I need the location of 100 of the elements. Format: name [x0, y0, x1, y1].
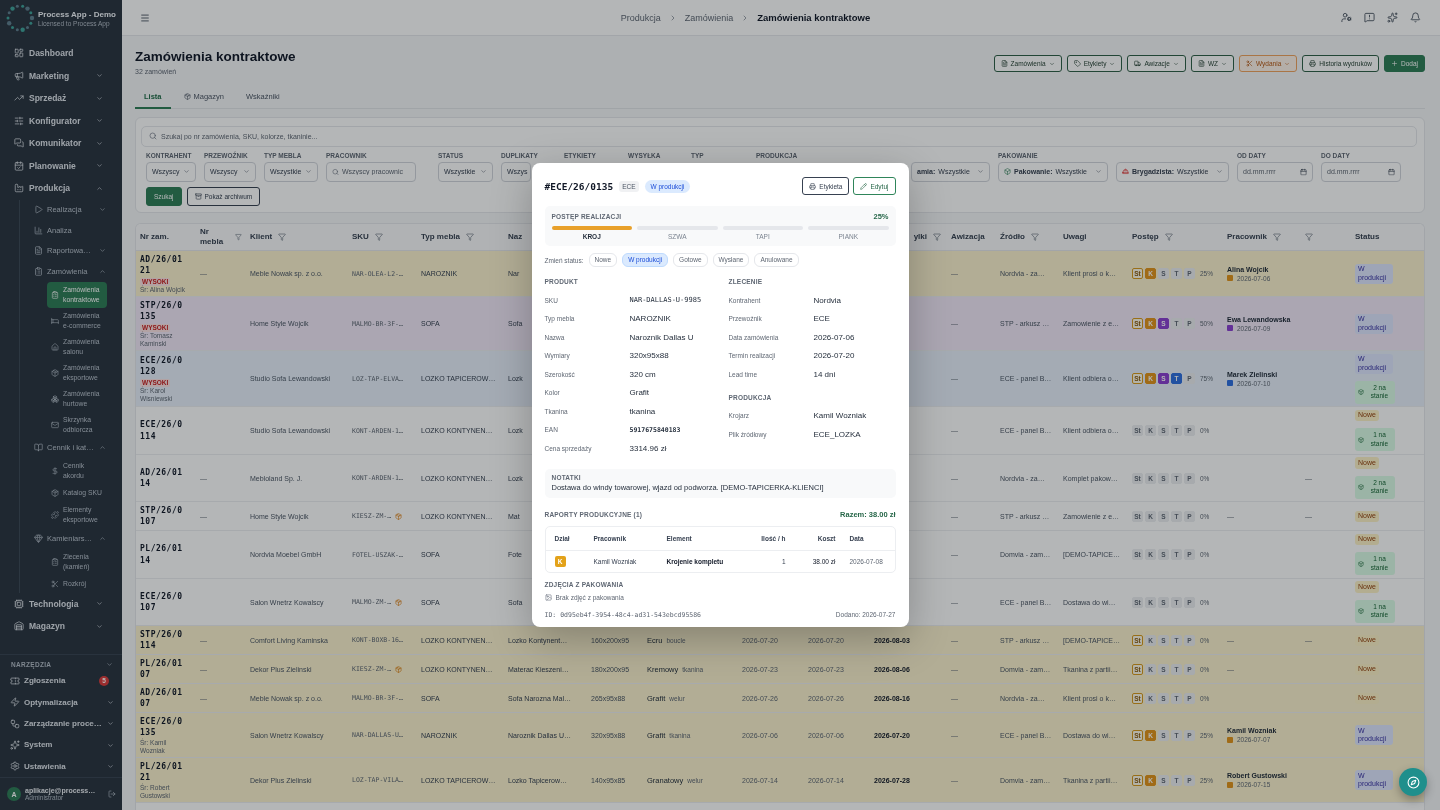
nav-item[interactable]: Komunikator	[0, 132, 107, 155]
order-number[interactable]: ECE/26/0114	[140, 419, 184, 443]
settings-icon	[10, 761, 20, 772]
column-header[interactable]: Naz	[508, 231, 523, 243]
document-icon	[1197, 60, 1205, 67]
column-header[interactable]: Uwagi	[1063, 231, 1087, 243]
column-header[interactable]: Źródło	[1000, 231, 1025, 243]
book-icon	[34, 443, 43, 453]
message-alert-icon[interactable]	[1364, 12, 1375, 23]
box-icon	[1358, 560, 1364, 567]
dollar-icon	[51, 467, 59, 475]
filter-icon[interactable]	[235, 233, 242, 242]
nav-item[interactable]: Technologia	[0, 592, 107, 615]
chevron-down-icon	[1095, 168, 1102, 176]
lightning-icon	[10, 697, 20, 708]
field-value: NAROZNIK	[629, 314, 672, 324]
order-number[interactable]: PL/26/0114	[140, 543, 184, 567]
puzzle-icon	[51, 511, 59, 519]
field-value: ECE	[813, 314, 831, 324]
sparkle-icon	[10, 740, 20, 751]
user-settings-icon[interactable]	[1341, 12, 1352, 23]
field-value: 320 cm	[629, 369, 657, 379]
filter-icon[interactable]	[374, 233, 383, 242]
sliders-icon	[14, 115, 24, 126]
order-number[interactable]: ECE/26/0107	[140, 590, 184, 614]
column-header[interactable]: Typ mebla	[421, 231, 460, 243]
clipboard-icon	[34, 266, 43, 276]
truck-icon	[1134, 60, 1142, 67]
app-name: Process App - Demo	[38, 9, 116, 19]
box-icon	[1358, 484, 1364, 491]
menu-icon[interactable]	[140, 12, 150, 23]
nav-item[interactable]: Zarządzanie proce…	[0, 713, 116, 735]
sparkle-icon[interactable]	[1387, 12, 1398, 23]
breadcrumb-link[interactable]: Produkcja	[620, 12, 661, 23]
boxes-icon	[51, 394, 59, 403]
document-icon	[34, 246, 43, 256]
clipboard-icon	[51, 290, 59, 299]
order-number[interactable]: STP/26/0114	[140, 628, 184, 652]
column-header[interactable]: Status	[1355, 231, 1380, 243]
field-value: 2026-07-06	[813, 332, 856, 342]
workflow-icon	[10, 718, 20, 729]
package-icon	[51, 489, 59, 497]
bell-icon[interactable]	[1410, 12, 1421, 23]
column-header[interactable]: Klient	[250, 231, 273, 243]
order-number[interactable]: PL/26/0107	[140, 657, 184, 681]
nav-item[interactable]: Ustawienia	[0, 755, 116, 777]
bed-icon	[51, 316, 59, 325]
hard-hat-icon	[1122, 168, 1129, 176]
trend-icon	[14, 93, 24, 104]
field-value: ECE_LOZKA	[813, 429, 862, 439]
megaphone-icon	[14, 70, 24, 81]
stage-marker-icon	[1227, 380, 1233, 387]
nav-item[interactable]: Konfigurator	[0, 109, 107, 132]
filter-icon[interactable]	[1273, 233, 1281, 242]
order-number[interactable]: ECE/26/0128	[140, 354, 184, 378]
filter-icon[interactable]	[933, 233, 941, 242]
field-value: tkanina	[629, 406, 657, 416]
search-icon	[149, 132, 157, 141]
filter-icon[interactable]	[466, 233, 474, 242]
calendar-icon	[1388, 168, 1395, 176]
dialog-title: #ECE/26/0135	[544, 180, 614, 192]
nav-item[interactable]: Marketing	[0, 64, 107, 87]
box-icon	[1358, 389, 1364, 396]
scissors-icon	[51, 579, 59, 588]
order-number[interactable]: ECE/26/0135	[140, 715, 184, 739]
field-value: Grafit	[629, 388, 651, 398]
house-icon	[51, 342, 59, 351]
breadcrumb-link[interactable]: Zamówienia	[684, 12, 734, 23]
nav-item[interactable]: Produkcja	[0, 177, 107, 200]
nav-item[interactable]: Dashboard	[0, 42, 107, 65]
envelope-icon	[51, 420, 59, 429]
search-icon	[332, 168, 339, 176]
order-number[interactable]: STP/26/0107	[140, 504, 184, 528]
column-header[interactable]: ylki	[913, 231, 927, 243]
filter-icon[interactable]	[1030, 233, 1039, 242]
nav-item[interactable]: Sprzedaż	[0, 87, 107, 110]
column-header[interactable]: Postęp	[1132, 231, 1159, 243]
chevron-down-icon[interactable]	[106, 661, 113, 668]
logout-icon[interactable]	[108, 790, 116, 798]
warehouse-icon	[14, 621, 24, 632]
order-number[interactable]: AD/26/0107	[140, 686, 184, 710]
filter-icon[interactable]	[278, 233, 287, 242]
printer-icon	[1309, 60, 1317, 67]
nav-item[interactable]: System	[0, 734, 116, 756]
breadcrumb-link[interactable]: Zamówienia kontraktowe	[757, 12, 871, 23]
order-number[interactable]: AD/26/0121	[140, 253, 184, 277]
nav-item[interactable]: Magazyn	[0, 615, 107, 638]
calendar-icon	[14, 160, 24, 171]
filter-icon[interactable]	[1164, 233, 1173, 242]
field-value: Kamil Wozniak	[813, 411, 868, 421]
order-number[interactable]: PL/26/0121	[140, 760, 184, 784]
compass-icon	[1406, 775, 1420, 789]
ticket-icon	[10, 676, 20, 687]
chat-icon	[14, 138, 24, 149]
nav-item[interactable]: Planowanie	[0, 154, 107, 177]
order-number[interactable]: STP/26/0135	[140, 299, 184, 323]
nav-item[interactable]: Optymalizacja	[0, 691, 116, 714]
filter-icon[interactable]	[1305, 233, 1313, 242]
column-header[interactable]: SKU	[352, 231, 369, 243]
order-number[interactable]: AD/26/0114	[140, 466, 184, 490]
